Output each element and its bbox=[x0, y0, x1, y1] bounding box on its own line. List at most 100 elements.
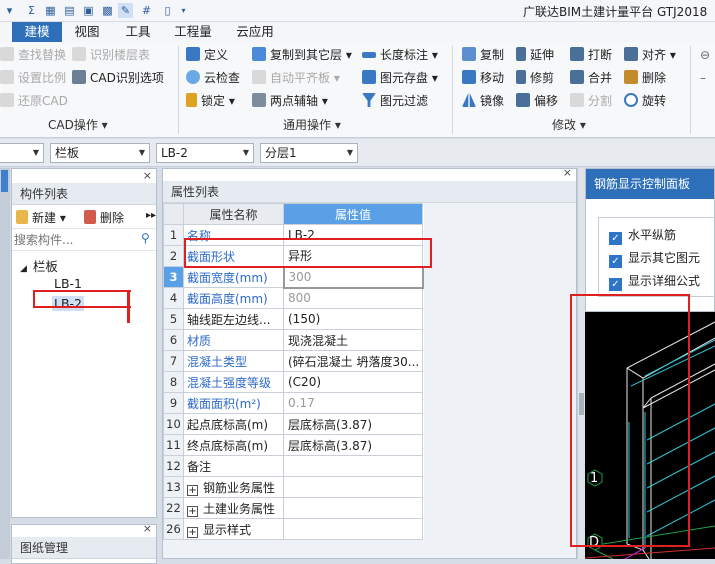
table-row[interactable]: 11 终点底标高(m) 层底标高(3.87) bbox=[163, 434, 423, 456]
option-show-other-elements[interactable]: ✓ 显示其它图元 bbox=[609, 249, 700, 268]
table-row[interactable]: 22 + 土建业务属性 bbox=[163, 497, 423, 519]
table-row[interactable]: 12 备注 bbox=[163, 455, 423, 477]
extend-button[interactable]: 延伸 bbox=[516, 46, 554, 64]
lock-button[interactable]: 锁定 ▾ bbox=[186, 92, 235, 110]
property-value-input[interactable]: 800 bbox=[283, 287, 423, 309]
table-row[interactable]: 5 轴线距左边线... (150) bbox=[163, 308, 423, 330]
property-value-input bbox=[283, 476, 423, 498]
more-icon-2[interactable]: – bbox=[700, 69, 706, 87]
define-button[interactable]: 定义 bbox=[186, 46, 228, 64]
find-replace-button[interactable]: 查找替换 bbox=[0, 46, 66, 64]
property-value-input[interactable]: 0.17 bbox=[283, 392, 423, 414]
tab-quantity[interactable]: 工程量 bbox=[168, 22, 218, 42]
checkbox-checked-icon[interactable]: ✓ bbox=[609, 278, 622, 291]
tab-cloud[interactable]: 云应用 bbox=[230, 22, 280, 42]
collapse-icon[interactable]: ◢ bbox=[20, 264, 27, 274]
save-elements-button[interactable]: 图元存盘 ▾ bbox=[362, 69, 438, 87]
checkbox-checked-icon[interactable]: ✓ bbox=[609, 255, 622, 268]
checkbox-checked-icon[interactable]: ✓ bbox=[609, 232, 622, 245]
restore-cad-button[interactable]: 还原CAD bbox=[0, 92, 68, 110]
close-icon[interactable]: × bbox=[563, 166, 572, 179]
mirror-button[interactable]: 镜像 bbox=[462, 92, 504, 110]
component-search-input[interactable] bbox=[12, 231, 140, 249]
delete-component-button[interactable]: 删除 bbox=[84, 209, 124, 226]
copy-to-other-floor-button[interactable]: 复制到其它层 ▾ bbox=[252, 46, 352, 64]
tab-tools[interactable]: 工具 bbox=[118, 22, 158, 42]
file-icon[interactable]: ▯ bbox=[160, 3, 175, 18]
print-icon[interactable]: ▩ bbox=[100, 3, 115, 18]
cad-options-button[interactable]: CAD识别选项 bbox=[72, 69, 164, 87]
split-button[interactable]: 分割 bbox=[570, 92, 612, 110]
component-select[interactable]: LB-2 ▼ bbox=[156, 143, 254, 163]
align-button[interactable]: 对齐 ▾ bbox=[624, 46, 676, 64]
property-group-civil[interactable]: + 土建业务属性 bbox=[183, 497, 284, 519]
calc-icon[interactable]: ▣ bbox=[81, 3, 96, 18]
new-component-button[interactable]: 新建 ▾ bbox=[16, 209, 66, 226]
sum-icon[interactable]: Σ bbox=[24, 3, 39, 18]
option-show-formula[interactable]: ✓ 显示详细公式 bbox=[609, 272, 700, 291]
close-icon[interactable]: × bbox=[143, 522, 152, 535]
trim-button[interactable]: 修剪 bbox=[516, 69, 554, 87]
table-row[interactable]: 13 + 钢筋业务属性 bbox=[163, 476, 423, 498]
offset-button[interactable]: 偏移 bbox=[516, 92, 558, 110]
option-horizontal-rebar[interactable]: ✓ 水平纵筋 bbox=[609, 226, 676, 245]
group-label-modify[interactable]: 修改 ▾ bbox=[552, 117, 586, 133]
two-point-axis-button[interactable]: 两点辅轴 ▾ bbox=[252, 92, 328, 110]
more-icon[interactable]: ⊖ bbox=[700, 46, 710, 64]
tree-item-lb-1[interactable]: LB-1 bbox=[54, 276, 82, 291]
grid-icon[interactable]: # bbox=[139, 3, 154, 18]
rotate-button[interactable]: 旋转 bbox=[624, 92, 666, 110]
close-icon[interactable]: × bbox=[143, 169, 152, 183]
dock-tab[interactable] bbox=[1, 170, 8, 192]
identify-floor-table-button[interactable]: 识别楼层表 bbox=[72, 46, 150, 64]
table-row[interactable]: 8 混凝土强度等级 (C20) bbox=[163, 371, 423, 393]
break-button[interactable]: 打断 bbox=[570, 46, 612, 64]
length-dimension-button[interactable]: 长度标注 ▾ bbox=[362, 46, 438, 64]
view-icon[interactable]: ▤ bbox=[62, 3, 77, 18]
delete-element-button[interactable]: 删除 bbox=[624, 69, 666, 87]
property-value-input[interactable]: (C20) bbox=[283, 371, 423, 393]
property-group-display[interactable]: + 显示样式 bbox=[183, 518, 284, 540]
property-value-input[interactable]: 300 bbox=[282, 265, 424, 289]
expand-icon[interactable]: + bbox=[187, 505, 198, 517]
element-filter-button[interactable]: 图元过滤 bbox=[362, 92, 428, 110]
row-number: 6 bbox=[163, 329, 184, 351]
customize-icon[interactable]: ▾ bbox=[176, 3, 191, 18]
component-type-select[interactable]: 栏板 ▼ bbox=[50, 143, 150, 163]
layer-select[interactable]: 分层1 ▼ bbox=[260, 143, 358, 163]
property-value-input[interactable]: (150) bbox=[283, 308, 423, 330]
property-value-input[interactable]: 层底标高(3.87) bbox=[283, 434, 423, 456]
property-value-input[interactable] bbox=[283, 455, 423, 477]
app-menu-icon[interactable]: ▾ bbox=[2, 3, 17, 18]
property-value-input[interactable]: 现浇混凝土 bbox=[283, 329, 423, 351]
property-value-input[interactable]: 层底标高(3.87) bbox=[283, 413, 423, 435]
table-row[interactable]: 26 + 显示样式 bbox=[163, 518, 423, 540]
table-row[interactable]: 9 截面面积(m²) 0.17 bbox=[163, 392, 423, 414]
search-icon[interactable]: ⚲ bbox=[141, 231, 150, 245]
property-group-rebar[interactable]: + 钢筋业务属性 bbox=[183, 476, 284, 498]
merge-button[interactable]: 合并 bbox=[570, 69, 612, 87]
table-row[interactable]: 10 起点底标高(m) 层底标高(3.87) bbox=[163, 413, 423, 435]
table-row[interactable]: 3 截面宽度(mm) 300 bbox=[163, 265, 424, 289]
tab-modeling[interactable]: 建模 bbox=[12, 22, 62, 42]
tab-view[interactable]: 视图 bbox=[66, 22, 108, 42]
cloud-check-button[interactable]: 云检查 bbox=[186, 69, 240, 87]
floor-select[interactable]: ▼ bbox=[0, 143, 44, 163]
set-scale-button[interactable]: 设置比例 bbox=[0, 69, 66, 87]
table-row[interactable]: 7 混凝土类型 (碎石混凝土 坍落度30... bbox=[163, 350, 423, 372]
expand-icon[interactable]: + bbox=[187, 484, 198, 496]
expand-more-icon[interactable]: ▸▸ bbox=[146, 210, 156, 221]
table-row[interactable]: 4 截面高度(mm) 800 bbox=[163, 287, 423, 309]
cad-options-icon bbox=[72, 70, 86, 84]
move-button[interactable]: 移动 bbox=[462, 69, 504, 87]
copy-button[interactable]: 复制 bbox=[462, 46, 504, 64]
auto-flush-slab-button[interactable]: 自动平齐板 ▾ bbox=[252, 69, 340, 87]
group-label-general[interactable]: 通用操作 ▾ bbox=[283, 117, 341, 133]
table-row[interactable]: 6 材质 现浇混凝土 bbox=[163, 329, 423, 351]
tree-node-root[interactable]: ◢ 栏板 bbox=[20, 256, 58, 275]
property-value-input[interactable]: (碎石混凝土 坍落度30... bbox=[283, 350, 423, 372]
report-icon[interactable]: ▦ bbox=[43, 3, 58, 18]
group-label-cad[interactable]: CAD操作 ▾ bbox=[48, 117, 108, 133]
pen-icon[interactable]: ✎ bbox=[118, 3, 133, 18]
expand-icon[interactable]: + bbox=[187, 526, 198, 538]
